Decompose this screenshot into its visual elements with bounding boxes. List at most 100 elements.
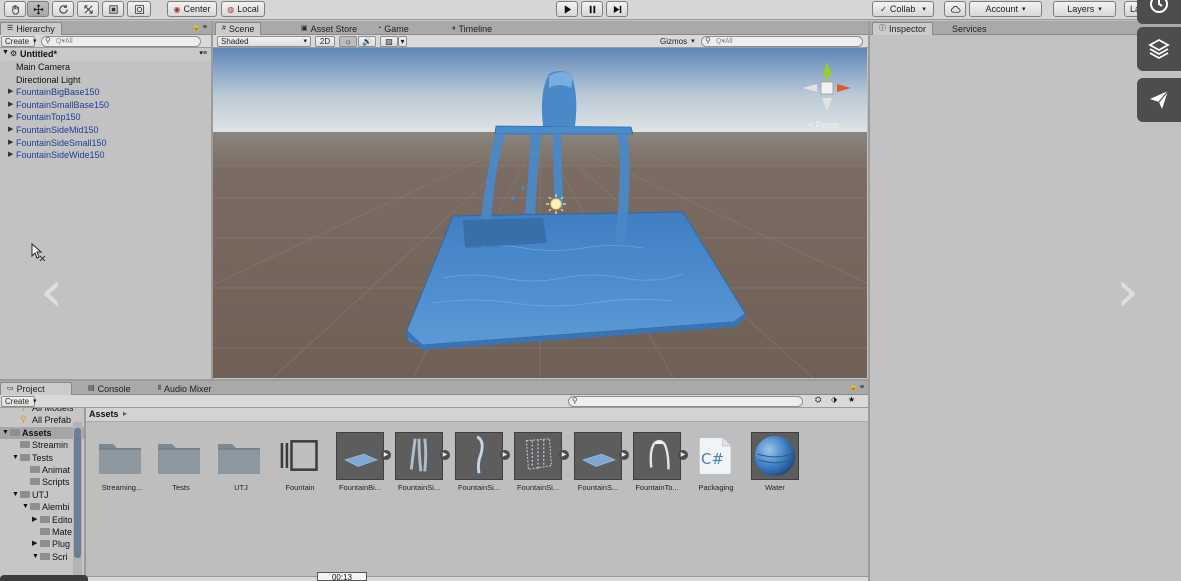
tab-scene[interactable]: # Scene	[215, 22, 262, 35]
tab-game[interactable]: ◔ Game	[371, 22, 415, 35]
expand-play-icon[interactable]: ▶	[381, 450, 391, 460]
share-button[interactable]	[1137, 78, 1181, 122]
breadcrumb[interactable]: Assets	[89, 409, 119, 419]
hand-tool-button[interactable]	[4, 1, 26, 17]
account-dropdown[interactable]: Account	[969, 1, 1042, 17]
filter-type-icon[interactable]: ⛭	[815, 395, 821, 405]
hierarchy-item[interactable]: ▶ FountainBigBase150	[0, 86, 210, 99]
tab-audio-mixer[interactable]: ⫴ Audio Mixer	[152, 382, 217, 395]
expand-arrow-icon[interactable]: ▼	[12, 452, 19, 464]
pause-button[interactable]	[581, 1, 603, 17]
expand-arrow-icon[interactable]: ▶	[8, 137, 13, 150]
hierarchy-item[interactable]: ▶ FountainTop150	[0, 111, 210, 124]
expand-play-icon[interactable]: ▶	[500, 450, 510, 460]
step-button[interactable]	[606, 1, 628, 17]
tab-timeline[interactable]: ⏸ Timeline	[446, 22, 498, 35]
tree-scrollbar[interactable]	[73, 422, 82, 578]
favorite-star-icon[interactable]: ★	[848, 395, 855, 404]
effects-dropdown[interactable]: ▾	[398, 36, 407, 47]
hierarchy-item[interactable]: Directional Light	[0, 74, 210, 87]
rect-tool-button[interactable]	[102, 1, 124, 17]
cloud-button[interactable]	[944, 1, 966, 17]
scene-viewport[interactable]: < Persp	[213, 48, 867, 378]
time-tooltip: 00:13	[317, 572, 367, 581]
scene-search-input[interactable]: Q▾All	[701, 36, 863, 47]
project-tabstrip: ▭ Project ▤ Console ⫴ Audio Mixer 🔒 ≡	[0, 381, 868, 395]
light-gizmo-icon[interactable]	[546, 194, 566, 214]
expand-arrow-icon[interactable]: ▶	[32, 538, 37, 550]
expand-play-icon[interactable]: ▶	[440, 450, 450, 460]
layers-dropdown[interactable]: Layers	[1053, 1, 1116, 17]
tree-item[interactable]: Streamin	[0, 439, 84, 451]
toggle-2d-button[interactable]: 2D	[315, 36, 335, 47]
transform-tool-button[interactable]	[127, 1, 151, 17]
hierarchy-item[interactable]: Main Camera	[0, 61, 210, 74]
scale-tool-button[interactable]	[77, 1, 99, 17]
lighting-toggle[interactable]: ☼	[339, 36, 357, 47]
tree-item[interactable]: ▼ Assets	[0, 426, 84, 440]
move-tool-button[interactable]	[27, 1, 49, 17]
collab-dropdown[interactable]: ✓ Collab	[872, 1, 934, 17]
expand-arrow-icon[interactable]: ▶	[8, 149, 13, 162]
expand-arrow-icon[interactable]: ▶	[8, 111, 13, 124]
tree-item[interactable]: Scripts	[0, 476, 84, 488]
tree-item[interactable]: ▼ Scri	[0, 551, 84, 563]
hierarchy-item[interactable]: ▶ FountainSmallBase150	[0, 99, 210, 112]
tree-item[interactable]: ▼ Tests	[0, 452, 84, 464]
tree-item[interactable]: ▼ UTJ	[0, 489, 84, 501]
project-create-button[interactable]: Create	[1, 396, 35, 407]
expand-arrow-icon[interactable]: ▶	[8, 86, 13, 99]
tree-item[interactable]: ▶ Plug	[0, 538, 84, 550]
expand-arrow-icon[interactable]: ▼	[12, 489, 19, 501]
tab-asset-store[interactable]: ▣ Asset Store	[295, 22, 363, 35]
filter-label-icon[interactable]: ⬗	[831, 395, 837, 404]
expand-arrow-icon[interactable]: ▶	[8, 124, 13, 137]
hierarchy-create-button[interactable]: Create	[1, 36, 35, 47]
tab-inspector[interactable]: ⓘ Inspector	[872, 22, 934, 35]
tree-item[interactable]: Mate	[0, 526, 84, 538]
hierarchy-search-input[interactable]: Q▾All	[41, 36, 201, 47]
expand-arrow-icon[interactable]: ▼	[2, 49, 9, 56]
expand-play-icon[interactable]: ▶	[559, 450, 569, 460]
pivot-center-button[interactable]: ◉ Center	[167, 1, 217, 17]
history-button[interactable]	[1137, 0, 1181, 24]
gizmos-dropdown[interactable]: Gizmos	[657, 36, 695, 47]
tab-console[interactable]: ▤ Console	[82, 382, 137, 395]
play-button[interactable]	[556, 1, 578, 17]
layers-stack-button[interactable]	[1137, 27, 1181, 71]
expand-arrow-icon[interactable]: ▶	[8, 99, 13, 112]
next-slide-arrow[interactable]: ›	[1116, 262, 1139, 320]
info-icon: ⓘ	[879, 25, 886, 32]
hierarchy-item[interactable]: ▶ FountainSideSmall150	[0, 137, 210, 150]
expand-play-icon[interactable]: ▶	[619, 450, 629, 460]
expand-arrow-icon[interactable]: ▼	[22, 501, 29, 513]
hierarchy-item[interactable]: ▶ FountainSideWide150	[0, 149, 210, 162]
tab-project[interactable]: ▭ Project	[0, 382, 72, 395]
audio-toggle[interactable]: 🔊	[358, 36, 376, 47]
tab-services[interactable]: Services	[946, 22, 993, 35]
shading-mode-dropdown[interactable]: Shaded	[217, 36, 311, 47]
project-search-input[interactable]	[568, 396, 803, 407]
tree-item[interactable]: Animat	[0, 464, 84, 476]
tab-hierarchy[interactable]: ☰ Hierarchy	[0, 22, 62, 35]
tree-item[interactable]: ⚲ All Prefab	[0, 414, 84, 426]
scene-root-row[interactable]: ▼ ⚙ Untitled* ▾≡	[0, 48, 211, 61]
tab-audio-mixer-label: Audio Mixer	[163, 383, 212, 394]
panel-menu-icon[interactable]: 🔒 ≡	[849, 383, 864, 391]
tree-item[interactable]: ▼ Alembi	[0, 501, 84, 513]
prev-slide-arrow[interactable]: ‹	[40, 262, 63, 320]
expand-arrow-icon[interactable]: ▶	[32, 514, 37, 526]
hierarchy-item[interactable]: ▶ FountainSideMid150	[0, 124, 210, 137]
expand-arrow-icon[interactable]: ▼	[32, 551, 39, 563]
pivot-local-button[interactable]: ◍ Local	[221, 1, 265, 17]
persp-label[interactable]: < Persp	[808, 120, 839, 130]
expand-play-icon[interactable]: ▶	[678, 450, 688, 460]
expand-arrow-icon[interactable]: ▼	[2, 427, 9, 439]
panel-menu-icon[interactable]: 🔒 ≡	[192, 23, 207, 31]
tree-item[interactable]: ▶ Edito	[0, 514, 84, 526]
scene-menu-icon[interactable]: ▾≡	[199, 49, 207, 57]
effects-toggle[interactable]: ▨	[380, 36, 398, 47]
rotate-tool-button[interactable]	[52, 1, 74, 17]
pivot-label: Center	[183, 4, 211, 14]
tree-scrollbar-thumb[interactable]	[74, 428, 81, 558]
